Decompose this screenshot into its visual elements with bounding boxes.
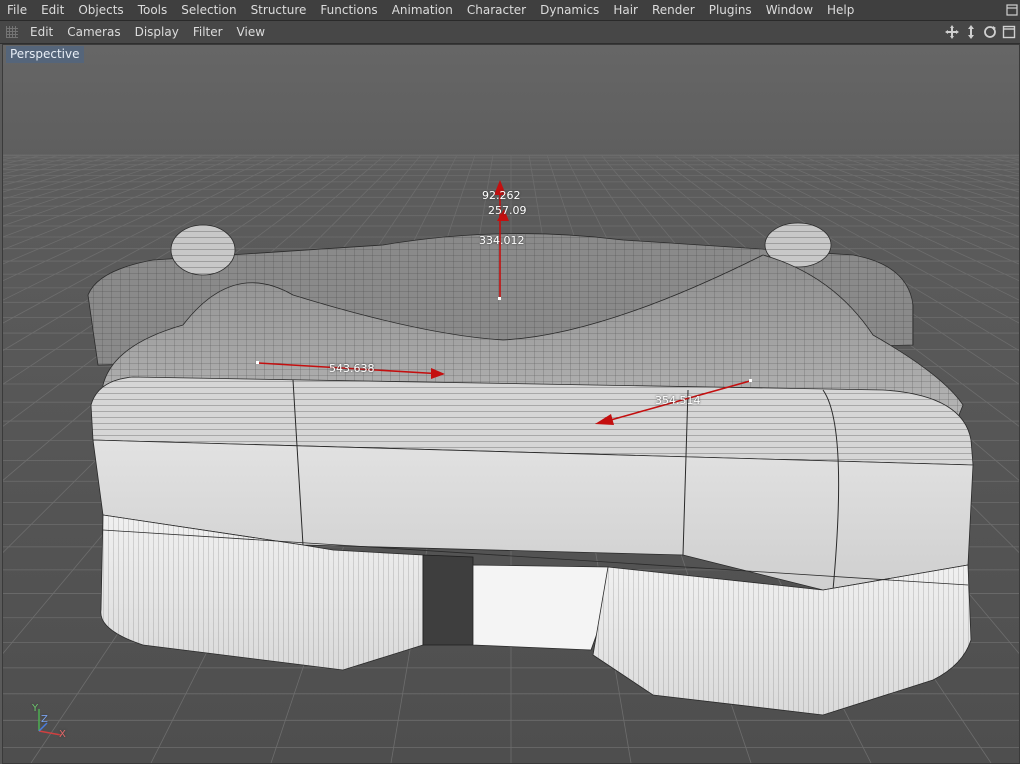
menu-selection[interactable]: Selection — [174, 0, 243, 20]
maximize-icon[interactable] — [1001, 24, 1017, 40]
menu-window[interactable]: Window — [759, 0, 820, 20]
dim-label-vertical: 334.012 — [479, 234, 525, 247]
arrange-icon[interactable] — [1004, 2, 1020, 18]
viewport-nav-icons — [944, 21, 1020, 43]
menu-character[interactable]: Character — [460, 0, 533, 20]
main-menubar: File Edit Objects Tools Selection Struct… — [0, 0, 1020, 21]
view-label-perspective[interactable]: Perspective — [6, 46, 84, 63]
menu-structure[interactable]: Structure — [244, 0, 314, 20]
width-right-handle[interactable] — [749, 379, 752, 382]
pan-icon[interactable] — [963, 24, 979, 40]
window-controls — [1002, 0, 1020, 20]
model-knob-left-wire — [171, 225, 235, 275]
viewport-menu-cameras[interactable]: Cameras — [61, 21, 128, 43]
width-left-handle[interactable] — [256, 361, 259, 364]
viewport-menu-edit[interactable]: Edit — [24, 21, 61, 43]
scene-canvas[interactable] — [3, 45, 1019, 763]
menu-tools[interactable]: Tools — [131, 0, 175, 20]
menu-dynamics[interactable]: Dynamics — [533, 0, 606, 20]
axis-label-z: Z — [41, 714, 48, 725]
vertical-handle[interactable] — [498, 297, 501, 300]
menu-hair[interactable]: Hair — [606, 0, 645, 20]
viewport-menu-display[interactable]: Display — [129, 21, 187, 43]
menu-functions[interactable]: Functions — [313, 0, 384, 20]
model-3d[interactable] — [87, 222, 974, 716]
viewport-menu-filter[interactable]: Filter — [187, 21, 231, 43]
dim-label-depth: 257.09 — [488, 204, 527, 217]
axis-label-x: X — [59, 729, 66, 740]
menu-objects[interactable]: Objects — [71, 0, 130, 20]
rotate-icon[interactable] — [982, 24, 998, 40]
viewport-menu-view[interactable]: View — [231, 21, 273, 43]
dim-label-width-right: 354.514 — [655, 394, 701, 407]
model-door-dark — [422, 554, 474, 646]
menu-plugins[interactable]: Plugins — [702, 0, 759, 20]
menu-animation[interactable]: Animation — [385, 0, 460, 20]
dim-label-width-left: 543.638 — [329, 362, 375, 375]
menu-file[interactable]: File — [0, 0, 34, 20]
menu-help[interactable]: Help — [820, 0, 861, 20]
toolbar-grip-icon[interactable] — [6, 26, 18, 38]
model-door-inner — [472, 564, 609, 651]
perspective-viewport[interactable]: Perspective 92.262 257.09 334.012 543.63… — [2, 44, 1020, 764]
move-icon[interactable] — [944, 24, 960, 40]
menu-render[interactable]: Render — [645, 0, 702, 20]
viewport-toolbar: Edit Cameras Display Filter View — [0, 21, 1020, 44]
axis-label-y: Y — [32, 703, 39, 714]
menu-edit[interactable]: Edit — [34, 0, 71, 20]
dim-label-height: 92.262 — [482, 189, 521, 202]
